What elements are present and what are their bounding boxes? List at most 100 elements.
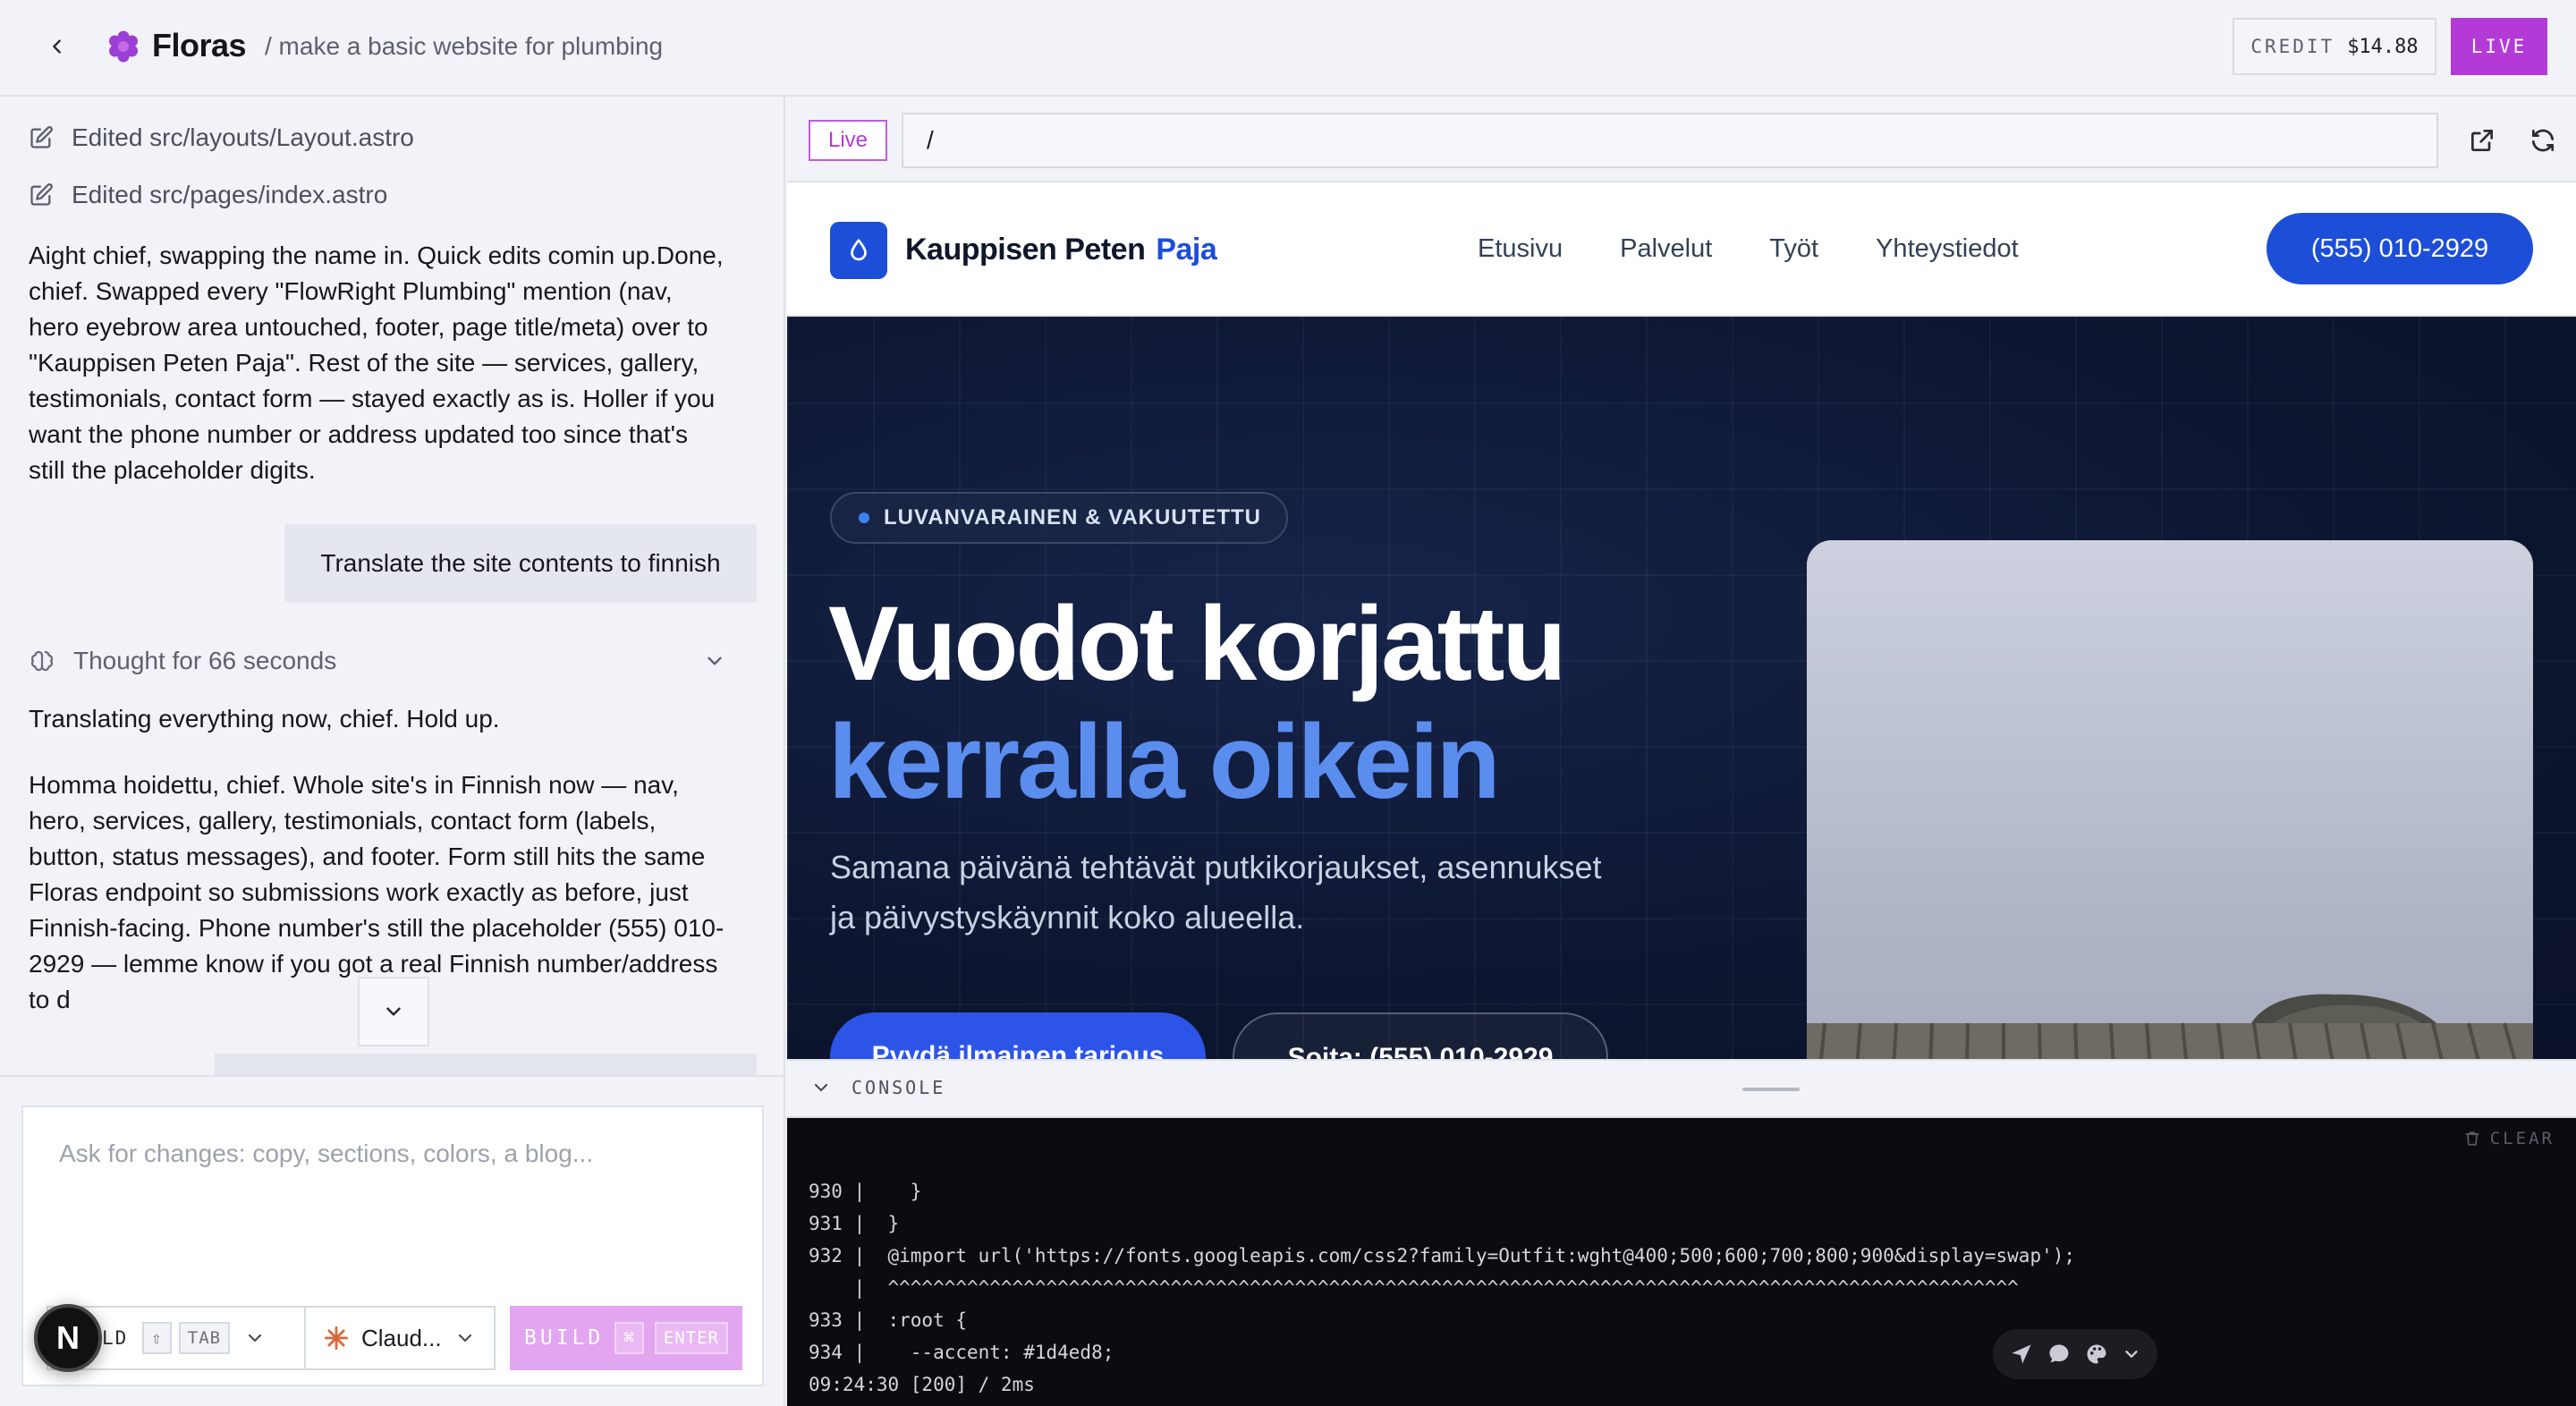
model-select[interactable]: Claud... bbox=[304, 1306, 496, 1370]
send-button[interactable] bbox=[2009, 1342, 2034, 1367]
back-chevron-icon bbox=[53, 39, 61, 54]
thought-toggle[interactable]: Thought for 66 seconds bbox=[29, 639, 726, 683]
flower-logo-icon bbox=[109, 30, 138, 63]
site-nav-link[interactable]: Työt bbox=[1769, 234, 1818, 264]
console-clear-button[interactable]: CLEAR bbox=[2463, 1129, 2555, 1148]
enter-key-hint: ENTER bbox=[654, 1322, 728, 1354]
cmd-key-hint: ⌘ bbox=[614, 1322, 644, 1354]
chevron-down-icon bbox=[458, 1334, 471, 1342]
chevron-down-icon bbox=[248, 1334, 262, 1342]
model-label: Claud... bbox=[361, 1324, 442, 1351]
thought-label: Thought for 66 seconds bbox=[73, 647, 337, 674]
user-message: Translate the site contents to finnish bbox=[284, 524, 757, 603]
chevron-down-icon bbox=[814, 1083, 828, 1092]
tab-key-hint: TAB bbox=[178, 1322, 231, 1354]
pencil-edit-icon bbox=[30, 183, 53, 206]
hero-headline-line2: kerralla oikein bbox=[828, 703, 1501, 821]
project-breadcrumb: / make a basic website for plumbing bbox=[265, 32, 664, 60]
chevron-down-icon bbox=[386, 1007, 401, 1016]
pencil-edit-icon bbox=[30, 126, 53, 148]
site-name: Kauppisen Peten Paja bbox=[905, 233, 1217, 267]
build-button[interactable]: BUILD ⌘ ENTER bbox=[510, 1306, 742, 1370]
assistant-message: Translating everything now, chief. Hold … bbox=[29, 705, 500, 733]
hero-lead: Samana päivänä tehtävät putkikorjaukset,… bbox=[830, 849, 1602, 936]
hero-headline-line1: Vuodot korjattu bbox=[828, 585, 1566, 703]
palette-icon bbox=[2087, 1344, 2106, 1364]
preview-panel: Live Kauppisen Peten Paja Etusivu Palvelu… bbox=[787, 97, 2576, 1406]
message-peek bbox=[215, 1054, 757, 1075]
site-nav-links: Etusivu Palvelut Työt Yhteystiedot bbox=[1478, 234, 2019, 264]
console-log: 930 | } 931 | } 932 | @import url('https… bbox=[809, 1175, 2075, 1401]
hero-headline: Vuodot korjattu kerralla oikein bbox=[828, 585, 1566, 821]
site-preview: Kauppisen Peten Paja Etusivu Palvelut Työ… bbox=[787, 182, 2576, 1059]
app-brand: Floras bbox=[152, 27, 247, 64]
back-button[interactable] bbox=[39, 29, 75, 64]
chevron-down-icon bbox=[708, 656, 722, 665]
console-line: 931 | } bbox=[809, 1213, 900, 1234]
composer-toolbar: LD ⇧ TAB Claud... BUILD ⌘ ENTER bbox=[21, 1279, 764, 1386]
credit-label: CREDIT bbox=[2250, 36, 2335, 57]
console-header: CONSOLE bbox=[787, 1059, 2576, 1118]
chevron-down-icon bbox=[2125, 1351, 2138, 1358]
claude-spark-icon bbox=[324, 1326, 349, 1351]
console-clear-label: CLEAR bbox=[2489, 1129, 2555, 1148]
dev-tools-badge[interactable]: N bbox=[34, 1304, 102, 1372]
console-line: 934 | --accent: #1d4ed8; bbox=[809, 1342, 1114, 1363]
site-nav: Kauppisen Peten Paja Etusivu Palvelut Työ… bbox=[787, 182, 2576, 317]
console-line: 932 | @import url('https://fonts.googlea… bbox=[809, 1245, 2076, 1266]
water-drop-icon bbox=[851, 239, 867, 261]
preview-url-bar: Live bbox=[787, 97, 2576, 182]
build-label: BUILD bbox=[524, 1326, 605, 1350]
site-logo[interactable] bbox=[830, 222, 887, 279]
open-external-button[interactable] bbox=[2465, 123, 2499, 157]
console-line: | ^^^^^^^^^^^^^^^^^^^^^^^^^^^^^^^^^^^^^^… bbox=[809, 1277, 2019, 1299]
url-input[interactable] bbox=[902, 113, 2438, 168]
console-line: 09:24:30 [200] / 2ms bbox=[809, 1374, 1035, 1395]
console-line: 933 | :root { bbox=[809, 1309, 968, 1331]
prompt-input[interactable] bbox=[59, 1139, 726, 1247]
live-button[interactable]: LIVE bbox=[2451, 18, 2547, 75]
console-output: CLEAR 930 | } 931 | } 932 | @import url(… bbox=[787, 1118, 2576, 1406]
chat-panel: Edited src/layouts/Layout.astro Edited s… bbox=[0, 97, 785, 1406]
chat-button[interactable] bbox=[2046, 1342, 2072, 1367]
site-hero: LUVANVARAINEN & VAKUUTETTU Vuodot korjat… bbox=[787, 317, 2576, 1059]
edit-entry-label: Edited src/pages/index.astro bbox=[72, 181, 388, 208]
brain-icon bbox=[30, 650, 54, 672]
refresh-icon bbox=[2532, 129, 2554, 152]
prompt-box bbox=[21, 1105, 764, 1281]
mode-label: LD bbox=[102, 1327, 129, 1349]
credit-indicator: CREDIT $14.88 bbox=[2233, 18, 2436, 75]
site-nav-link[interactable]: Palvelut bbox=[1620, 234, 1712, 264]
live-tag: Live bbox=[809, 120, 887, 161]
assistant-message: Aight chief, swapping the name in. Quick… bbox=[29, 241, 724, 484]
toolbar-menu-button[interactable] bbox=[2122, 1344, 2141, 1364]
top-bar: Floras / make a basic website for plumbi… bbox=[0, 0, 2576, 97]
edit-entry-label: Edited src/layouts/Layout.astro bbox=[72, 123, 414, 151]
pier-photo bbox=[1807, 540, 2533, 1059]
send-icon bbox=[2012, 1344, 2031, 1364]
theme-button[interactable] bbox=[2084, 1342, 2109, 1367]
edit-entry: Edited src/pages/index.astro bbox=[29, 181, 387, 209]
site-name-main: Kauppisen Peten bbox=[905, 233, 1146, 267]
composer: LD ⇧ TAB Claud... BUILD ⌘ ENTER bbox=[0, 1075, 784, 1406]
edit-entry: Edited src/layouts/Layout.astro bbox=[29, 123, 414, 152]
site-nav-link[interactable]: Yhteystiedot bbox=[1876, 234, 2019, 264]
credit-value: $14.88 bbox=[2347, 35, 2419, 58]
hero-badge: LUVANVARAINEN & VAKUUTETTU bbox=[830, 492, 1288, 544]
hero-image bbox=[1807, 540, 2533, 1059]
console-toggle[interactable]: CONSOLE bbox=[810, 1077, 945, 1098]
site-name-accent: Paja bbox=[1156, 233, 1217, 267]
console-line: 930 | } bbox=[809, 1181, 922, 1202]
site-phone-button[interactable]: (555) 010-2929 bbox=[2267, 213, 2533, 284]
external-link-icon bbox=[2471, 130, 2493, 151]
floating-toolbar bbox=[1993, 1329, 2157, 1379]
chat-bubble-icon bbox=[2049, 1344, 2069, 1363]
console-resize-handle[interactable] bbox=[1742, 1088, 1800, 1091]
scroll-down-button[interactable] bbox=[358, 977, 429, 1046]
console-title: CONSOLE bbox=[852, 1077, 946, 1098]
hero-quote-button[interactable]: Pyydä ilmainen tarjous bbox=[830, 1012, 1206, 1059]
trash-icon bbox=[2465, 1131, 2479, 1146]
hero-call-button[interactable]: Soita: (555) 010-2929 bbox=[1233, 1012, 1608, 1059]
refresh-button[interactable] bbox=[2526, 123, 2560, 157]
site-nav-link[interactable]: Etusivu bbox=[1478, 234, 1563, 264]
